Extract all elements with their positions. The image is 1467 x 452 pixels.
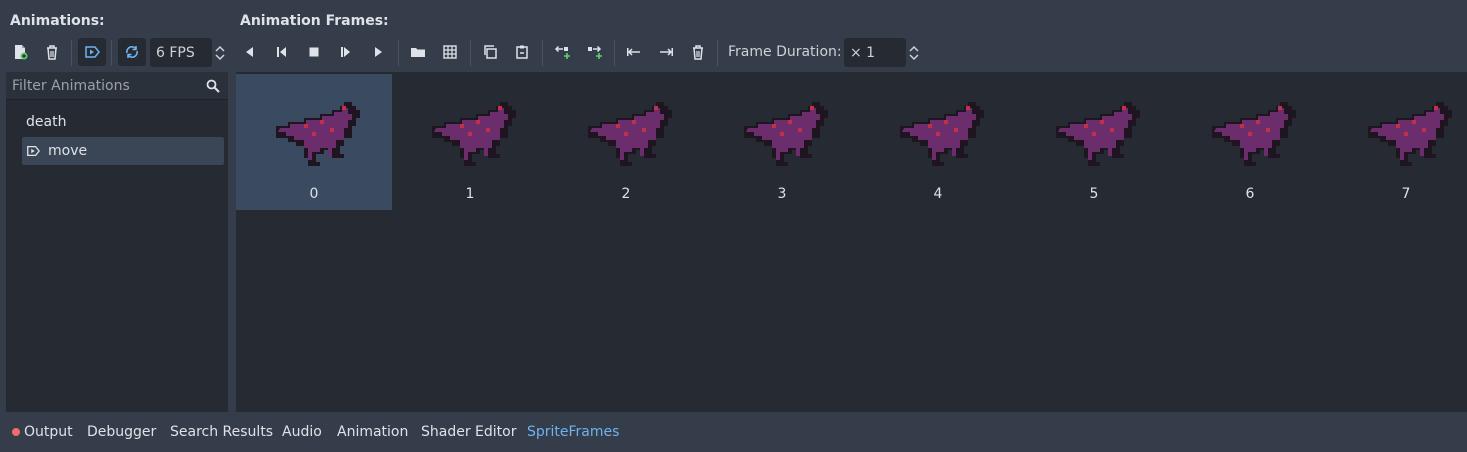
- toolbar-separator: [398, 40, 399, 66]
- frame-cell[interactable]: 4: [860, 74, 1016, 210]
- frame-cell[interactable]: 5: [1016, 74, 1172, 210]
- search-icon: [206, 79, 220, 93]
- autoplay-icon: [27, 145, 40, 157]
- insert-empty-before-button[interactable]: [548, 38, 576, 66]
- dinosaur-sprite-icon: [588, 102, 672, 166]
- autoplay-on-load-button[interactable]: [78, 38, 106, 66]
- trash-icon: [47, 45, 57, 60]
- toolbar-separator: [111, 40, 112, 66]
- frame-duration-label: Frame Duration:: [728, 44, 842, 60]
- animation-label: move: [48, 143, 88, 159]
- frame-duration-value: × 1: [850, 44, 876, 61]
- play-from-start-button[interactable]: [332, 38, 360, 66]
- frame-cell[interactable]: 2: [548, 74, 704, 210]
- delete-frame-button[interactable]: [684, 38, 712, 66]
- autoplay-icon: [85, 46, 100, 58]
- loop-icon: [126, 46, 138, 58]
- add-frames-from-sprite-sheet-button[interactable]: [436, 38, 464, 66]
- frame-duration-stepper[interactable]: [907, 38, 921, 67]
- tab-debugger[interactable]: Debugger: [87, 424, 156, 440]
- trash-icon: [693, 45, 703, 60]
- play-backwards-icon: [246, 47, 253, 57]
- insert-before-icon: [554, 45, 570, 59]
- move-frame-left-button[interactable]: [620, 38, 648, 66]
- play-backwards-start-icon: [277, 47, 286, 57]
- frame-index-label: 2: [621, 186, 631, 202]
- play-start-icon: [341, 47, 350, 57]
- tab-animation[interactable]: Animation: [337, 424, 408, 440]
- copy-icon: [484, 45, 497, 59]
- frame-cell[interactable]: 1: [392, 74, 548, 210]
- loop-button[interactable]: [118, 38, 146, 66]
- animation-item-move[interactable]: move: [22, 137, 224, 165]
- new-animation-button[interactable]: [6, 38, 34, 66]
- dinosaur-sprite-icon: [1368, 102, 1452, 166]
- animation-item-death[interactable]: death: [22, 108, 224, 136]
- play-icon: [375, 47, 382, 57]
- toolbar-separator: [71, 40, 72, 66]
- filter-animations-input[interactable]: Filter Animations: [6, 72, 228, 100]
- dinosaur-sprite-icon: [744, 102, 828, 166]
- copy-frame-button[interactable]: [476, 38, 504, 66]
- insert-after-icon: [588, 45, 602, 59]
- paste-icon: [516, 45, 528, 59]
- toolbar-separator: [542, 40, 543, 66]
- animations-heading: Animations:: [10, 13, 105, 29]
- frame-index-label: 7: [1401, 186, 1411, 202]
- fps-spinbox[interactable]: 6 FPS: [150, 38, 212, 67]
- folder-icon: [411, 48, 425, 57]
- new-file-icon: [15, 45, 28, 60]
- filter-placeholder: Filter Animations: [12, 78, 130, 94]
- tab-shader-editor[interactable]: Shader Editor: [421, 424, 516, 440]
- arrow-right-icon: [660, 48, 673, 56]
- frame-cell[interactable]: 6: [1172, 74, 1328, 210]
- dinosaur-sprite-icon: [276, 102, 360, 166]
- updown-arrows-icon: [909, 45, 919, 60]
- add-frame-from-file-button[interactable]: [404, 38, 432, 66]
- tab-search-results[interactable]: Search Results: [170, 424, 273, 440]
- move-frame-right-button[interactable]: [652, 38, 680, 66]
- paste-frame-button[interactable]: [508, 38, 536, 66]
- frame-index-label: 3: [777, 186, 787, 202]
- dinosaur-sprite-icon: [432, 102, 516, 166]
- arrow-left-icon: [627, 48, 640, 56]
- frame-index-label: 0: [309, 186, 319, 202]
- frame-cell[interactable]: 3: [704, 74, 860, 210]
- toolbar-separator: [470, 40, 471, 66]
- dinosaur-sprite-icon: [900, 102, 984, 166]
- stop-icon: [309, 47, 319, 57]
- grid-icon: [443, 45, 457, 59]
- fps-stepper[interactable]: [213, 38, 227, 67]
- frame-index-label: 6: [1245, 186, 1255, 202]
- dinosaur-sprite-icon: [1212, 102, 1296, 166]
- output-status-dot: [12, 428, 20, 436]
- play-backwards-button[interactable]: [268, 38, 296, 66]
- frame-index-label: 1: [465, 186, 475, 202]
- toolbar-separator: [614, 40, 615, 66]
- delete-animation-button[interactable]: [38, 38, 66, 66]
- stop-button[interactable]: [300, 38, 328, 66]
- play-backwards-from-end-button[interactable]: [236, 38, 264, 66]
- frame-index-label: 4: [933, 186, 943, 202]
- insert-empty-after-button[interactable]: [580, 38, 608, 66]
- tab-output[interactable]: Output: [24, 424, 73, 440]
- animation-frames-heading: Animation Frames:: [240, 13, 389, 29]
- tab-audio[interactable]: Audio: [282, 424, 322, 440]
- frame-cell[interactable]: 0: [236, 74, 392, 210]
- play-button[interactable]: [364, 38, 392, 66]
- frame-cell[interactable]: 7: [1328, 74, 1467, 210]
- frame-duration-spinbox[interactable]: × 1: [844, 38, 906, 67]
- tab-spriteframes[interactable]: SpriteFrames: [527, 424, 619, 440]
- dinosaur-sprite-icon: [1056, 102, 1140, 166]
- toolbar-separator: [717, 40, 718, 66]
- animation-label: death: [26, 114, 67, 130]
- frame-index-label: 5: [1089, 186, 1099, 202]
- fps-value: 6 FPS: [156, 44, 195, 61]
- frames-grid: 0 1 2 3 4 5 6 7: [236, 72, 1467, 412]
- updown-arrows-icon: [215, 45, 225, 60]
